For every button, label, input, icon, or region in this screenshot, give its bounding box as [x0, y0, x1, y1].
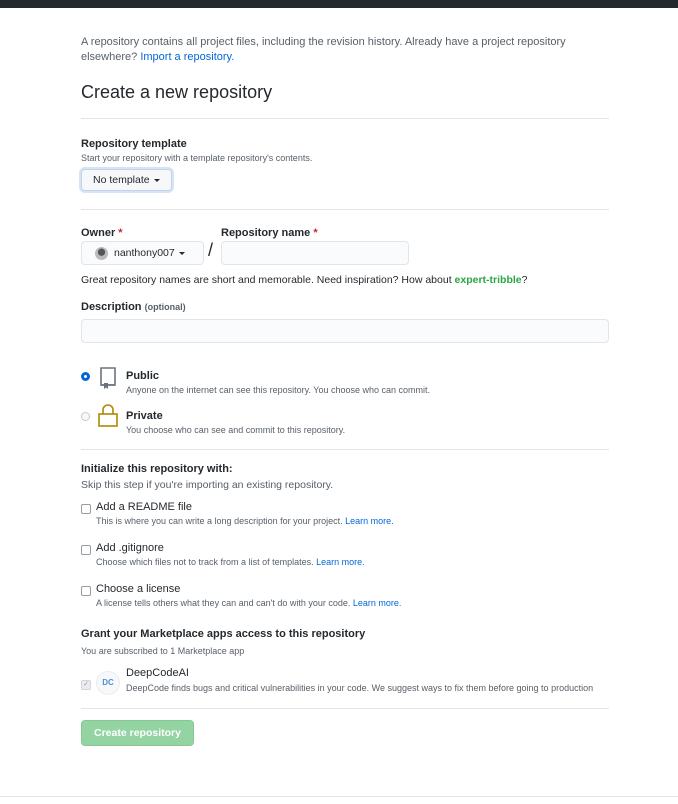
- template-note: Start your repository with a template re…: [81, 153, 313, 163]
- private-radio[interactable]: [81, 412, 90, 421]
- license-learn-more-link[interactable]: Learn more.: [353, 598, 402, 608]
- owner-label: Owner *: [81, 227, 123, 239]
- initialize-title: Initialize this repository with:: [81, 463, 233, 475]
- caret-down-icon: [178, 251, 185, 255]
- avatar: [95, 246, 108, 260]
- gitignore-checkbox[interactable]: [81, 545, 91, 555]
- gitignore-title: Add .gitignore: [96, 542, 164, 554]
- template-label: Repository template: [81, 138, 187, 150]
- new-repository-form: A repository contains all project files,…: [81, 8, 609, 746]
- public-title: Public: [126, 370, 160, 382]
- repo-name-input[interactable]: [221, 241, 409, 265]
- public-radio[interactable]: [81, 372, 90, 381]
- page-title: Create a new repository: [81, 81, 609, 119]
- footer-divider: [0, 796, 678, 797]
- repo-icon: [100, 367, 116, 389]
- template-selected: No template: [93, 174, 150, 186]
- intro-text: A repository contains all project files,…: [81, 36, 566, 63]
- deepcode-app-name: DeepCodeAI: [126, 667, 189, 679]
- suggested-name[interactable]: expert-tribble: [455, 274, 522, 286]
- gitignore-option: Add .gitignore Choose which files not to…: [81, 542, 609, 583]
- name-suggestion: Great repository names are short and mem…: [81, 274, 528, 286]
- visibility-section: Public Anyone on the internet can see th…: [81, 367, 609, 450]
- owner-dropdown-button[interactable]: nanthony007: [81, 241, 204, 265]
- site-header-bar: [0, 0, 678, 8]
- initialize-options: Add a README file This is where you can …: [81, 501, 609, 624]
- private-desc: You choose who can see and commit to thi…: [126, 425, 346, 435]
- initialize-note: Skip this step if you're importing an ex…: [81, 479, 334, 491]
- create-repository-button[interactable]: Create repository: [81, 720, 194, 746]
- marketplace-app-row: ✓ DC DeepCodeAI DeepCode finds bugs and …: [81, 667, 609, 709]
- license-checkbox[interactable]: [81, 586, 91, 596]
- repo-name-label: Repository name *: [221, 227, 318, 239]
- readme-desc: This is where you can write a long descr…: [96, 516, 394, 526]
- private-title: Private: [126, 410, 163, 422]
- license-title: Choose a license: [96, 583, 181, 595]
- owner-value: nanthony007: [114, 247, 175, 259]
- readme-title: Add a README file: [96, 501, 192, 513]
- required-mark: *: [118, 227, 123, 239]
- owner-repo-row: Owner * Repository name * nanthony007 /: [81, 227, 609, 265]
- gitignore-desc: Choose which files not to track from a l…: [96, 557, 365, 567]
- marketplace-note: You are subscribed to 1 Marketplace app: [81, 646, 245, 656]
- public-desc: Anyone on the internet can see this repo…: [126, 385, 431, 395]
- gitignore-learn-more-link[interactable]: Learn more.: [316, 557, 365, 567]
- deepcode-checkbox[interactable]: ✓: [81, 680, 91, 690]
- lock-icon: [98, 404, 118, 427]
- readme-checkbox[interactable]: [81, 504, 91, 514]
- caret-down-icon: [153, 178, 160, 182]
- deepcode-app-desc: DeepCode finds bugs and critical vulnera…: [126, 683, 594, 693]
- description-input[interactable]: [81, 319, 609, 343]
- description-label: Description (optional): [81, 301, 186, 313]
- readme-option: Add a README file This is where you can …: [81, 501, 609, 542]
- template-dropdown-button[interactable]: No template: [81, 169, 172, 191]
- import-repository-link[interactable]: Import a repository.: [140, 51, 234, 63]
- license-option: Choose a license A license tells others …: [81, 583, 609, 624]
- owner-repo-separator: /: [208, 240, 214, 260]
- required-mark: *: [313, 227, 318, 239]
- license-desc: A license tells others what they can and…: [96, 598, 402, 608]
- readme-learn-more-link[interactable]: Learn more.: [345, 516, 394, 526]
- optional-tag: (optional): [144, 302, 186, 312]
- deepcode-logo-icon: DC: [96, 671, 120, 695]
- template-section: Repository template Start your repositor…: [81, 138, 609, 210]
- marketplace-title: Grant your Marketplace apps access to th…: [81, 628, 366, 640]
